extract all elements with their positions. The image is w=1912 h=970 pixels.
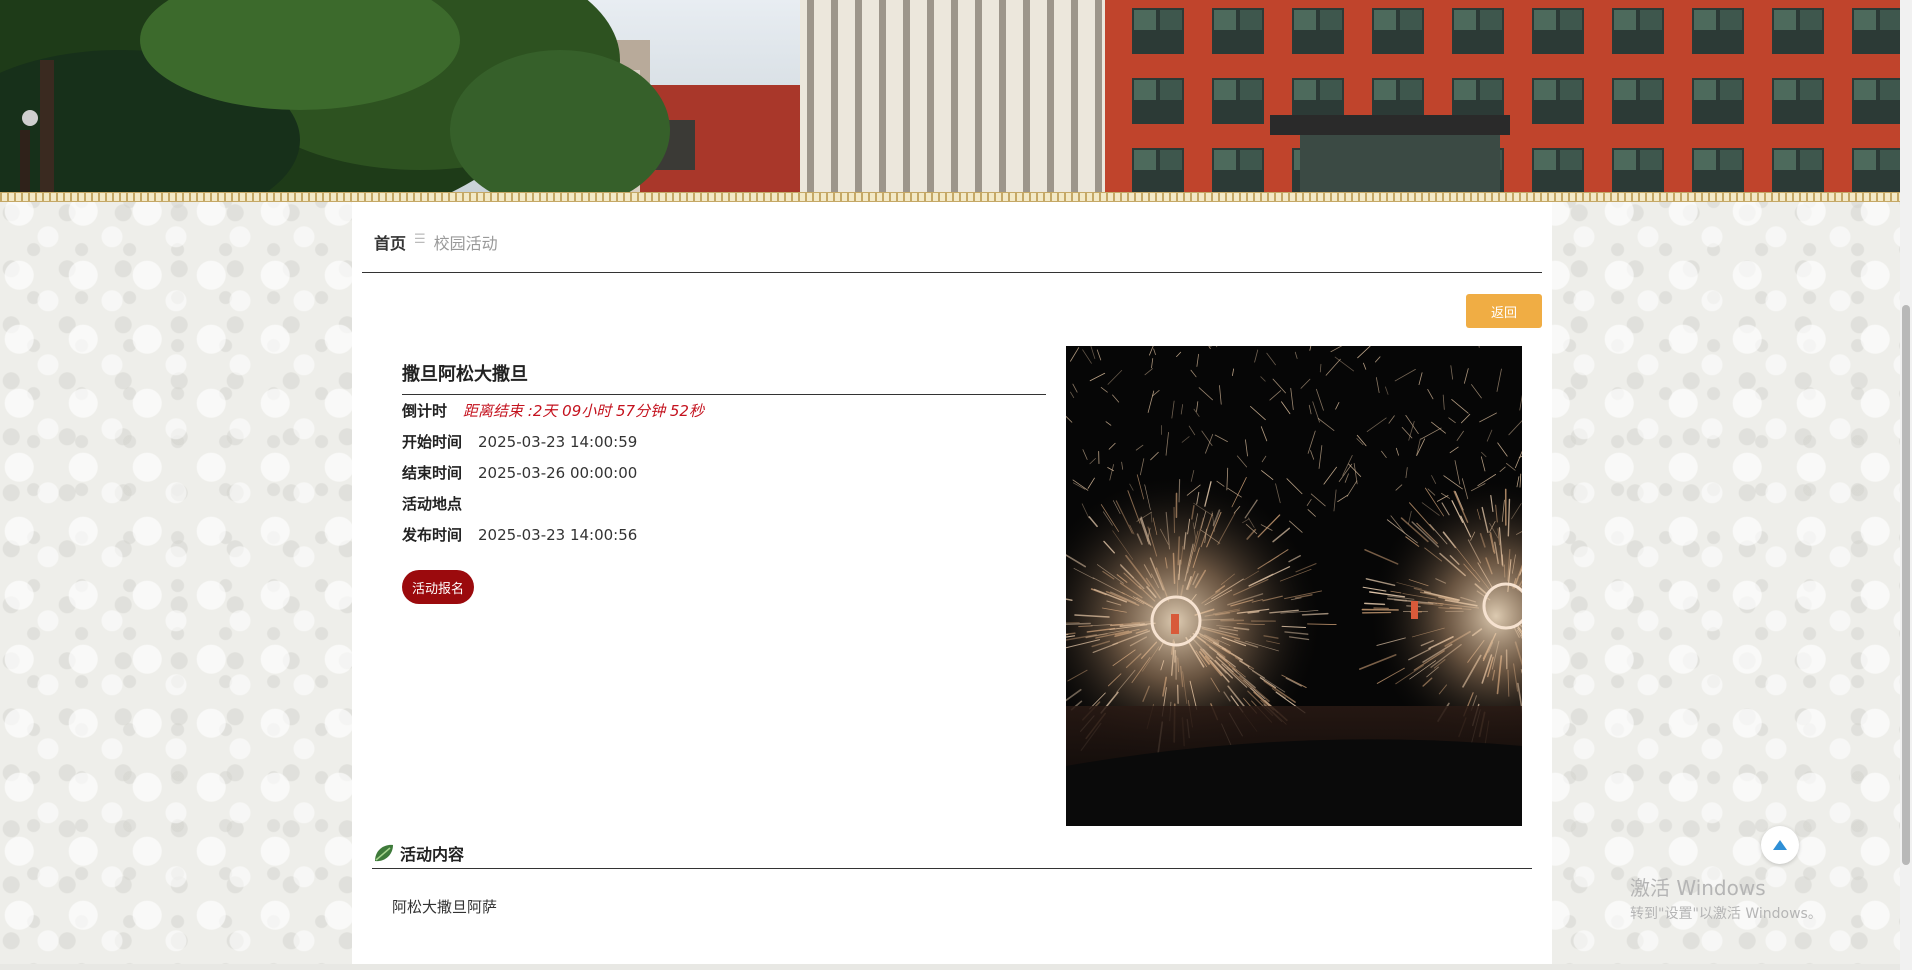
fireworks-image: [1066, 346, 1522, 826]
back-button[interactable]: 返回: [1466, 294, 1542, 328]
publish-time-value: 2025-03-23 14:00:56: [478, 525, 638, 544]
windows-activation-watermark: 激活 Windows 转到"设置"以激活 Windows。: [1630, 872, 1822, 923]
publish-time-label: 发布时间: [402, 526, 463, 544]
activity-content-heading: 活动内容: [400, 845, 465, 864]
start-time-label: 开始时间: [402, 433, 463, 451]
start-time-row: 开始时间 2025-03-23 14:00:59: [402, 426, 1046, 457]
breadcrumb-separator-icon: ☰: [414, 232, 426, 247]
end-time-row: 结束时间 2025-03-26 00:00:00: [402, 457, 1046, 488]
leaf-icon: [375, 844, 393, 862]
decorative-border: [0, 192, 1900, 202]
activity-image: [1066, 346, 1522, 826]
main-panel: 首页 ☰ 校园活动 返回 撒旦阿松大撒旦 倒计时 距离结束 :2天 09小时 5…: [352, 202, 1552, 968]
location-row: 活动地点: [402, 488, 1046, 519]
header-banner-image: [0, 0, 1900, 192]
countdown-value: 距离结束 :2天 09小时 57分钟 52秒: [463, 402, 704, 420]
end-time-value: 2025-03-26 00:00:00: [478, 463, 638, 482]
breadcrumb-home-link[interactable]: 首页: [374, 230, 406, 254]
location-label: 活动地点: [402, 495, 463, 513]
countdown-row: 倒计时 距离结束 :2天 09小时 57分钟 52秒: [402, 395, 1046, 426]
activity-content-header: 活动内容: [372, 838, 1532, 869]
end-time-label: 结束时间: [402, 464, 463, 482]
activity-detail: 撒旦阿松大撒旦 倒计时 距离结束 :2天 09小时 57分钟 52秒 开始时间 …: [402, 360, 1046, 604]
countdown-label: 倒计时: [402, 402, 448, 420]
publish-time-row: 发布时间 2025-03-23 14:00:56: [402, 519, 1046, 550]
activity-title: 撒旦阿松大撒旦: [402, 360, 1046, 395]
vertical-scrollbar[interactable]: [1900, 0, 1912, 970]
breadcrumb: 首页 ☰ 校园活动: [362, 230, 1542, 273]
signup-button[interactable]: 活动报名: [402, 570, 475, 604]
scrollbar-thumb[interactable]: [1902, 305, 1910, 865]
scroll-to-top-button[interactable]: [1761, 826, 1799, 864]
start-time-value: 2025-03-23 14:00:59: [478, 432, 638, 451]
watermark-line-2: 转到"设置"以激活 Windows。: [1630, 906, 1822, 922]
breadcrumb-current: 校园活动: [433, 234, 498, 253]
watermark-line-1: 激活 Windows: [1630, 876, 1766, 900]
page-bottom-edge: [0, 964, 1900, 970]
arrow-up-icon: [1773, 840, 1787, 850]
activity-content-body: 阿松大撒旦阿萨: [392, 898, 498, 916]
